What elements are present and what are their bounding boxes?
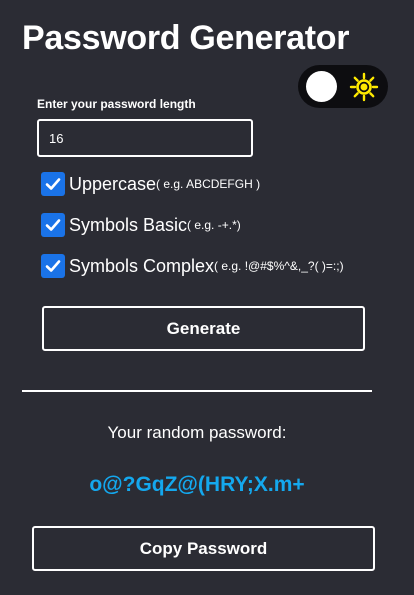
sun-icon <box>349 72 379 102</box>
option-label: Symbols Basic <box>69 214 188 235</box>
length-input[interactable] <box>37 119 253 157</box>
password-generator-app: Password Generator Enter your password l… <box>0 0 414 595</box>
length-label: Enter your password length <box>37 97 196 111</box>
option-hint: ( e.g. !@#$%^&,_?( )=:;) <box>214 259 344 273</box>
option-symbols-basic[interactable]: Symbols Basic ( e.g. -+.*) <box>41 213 241 237</box>
toggle-knob <box>306 71 337 102</box>
option-label: Uppercase <box>69 173 157 194</box>
option-hint: ( e.g. -+.*) <box>187 218 241 232</box>
password-output: o@?GqZ@(HRY;X.m+ <box>89 473 305 496</box>
app-title: Password Generator <box>22 19 350 57</box>
option-uppercase[interactable]: Uppercase ( e.g. ABCDEFGH ) <box>41 172 260 196</box>
option-symbols-complex[interactable]: Symbols Complex ( e.g. !@#$%^&,_?( )=:;) <box>41 254 344 278</box>
copy-password-button[interactable]: Copy Password <box>32 526 375 571</box>
check-icon <box>45 219 61 231</box>
uppercase-checkbox[interactable] <box>41 172 65 196</box>
divider <box>22 390 372 392</box>
option-hint: ( e.g. ABCDEFGH ) <box>156 177 261 191</box>
check-icon <box>45 260 61 272</box>
option-label: Symbols Complex <box>69 255 215 276</box>
symbols-complex-checkbox[interactable] <box>41 254 65 278</box>
result-label: Your random password: <box>107 423 287 442</box>
symbols-basic-checkbox[interactable] <box>41 213 65 237</box>
generate-button[interactable]: Generate <box>42 306 365 351</box>
theme-toggle[interactable] <box>298 65 388 108</box>
check-icon <box>45 178 61 190</box>
